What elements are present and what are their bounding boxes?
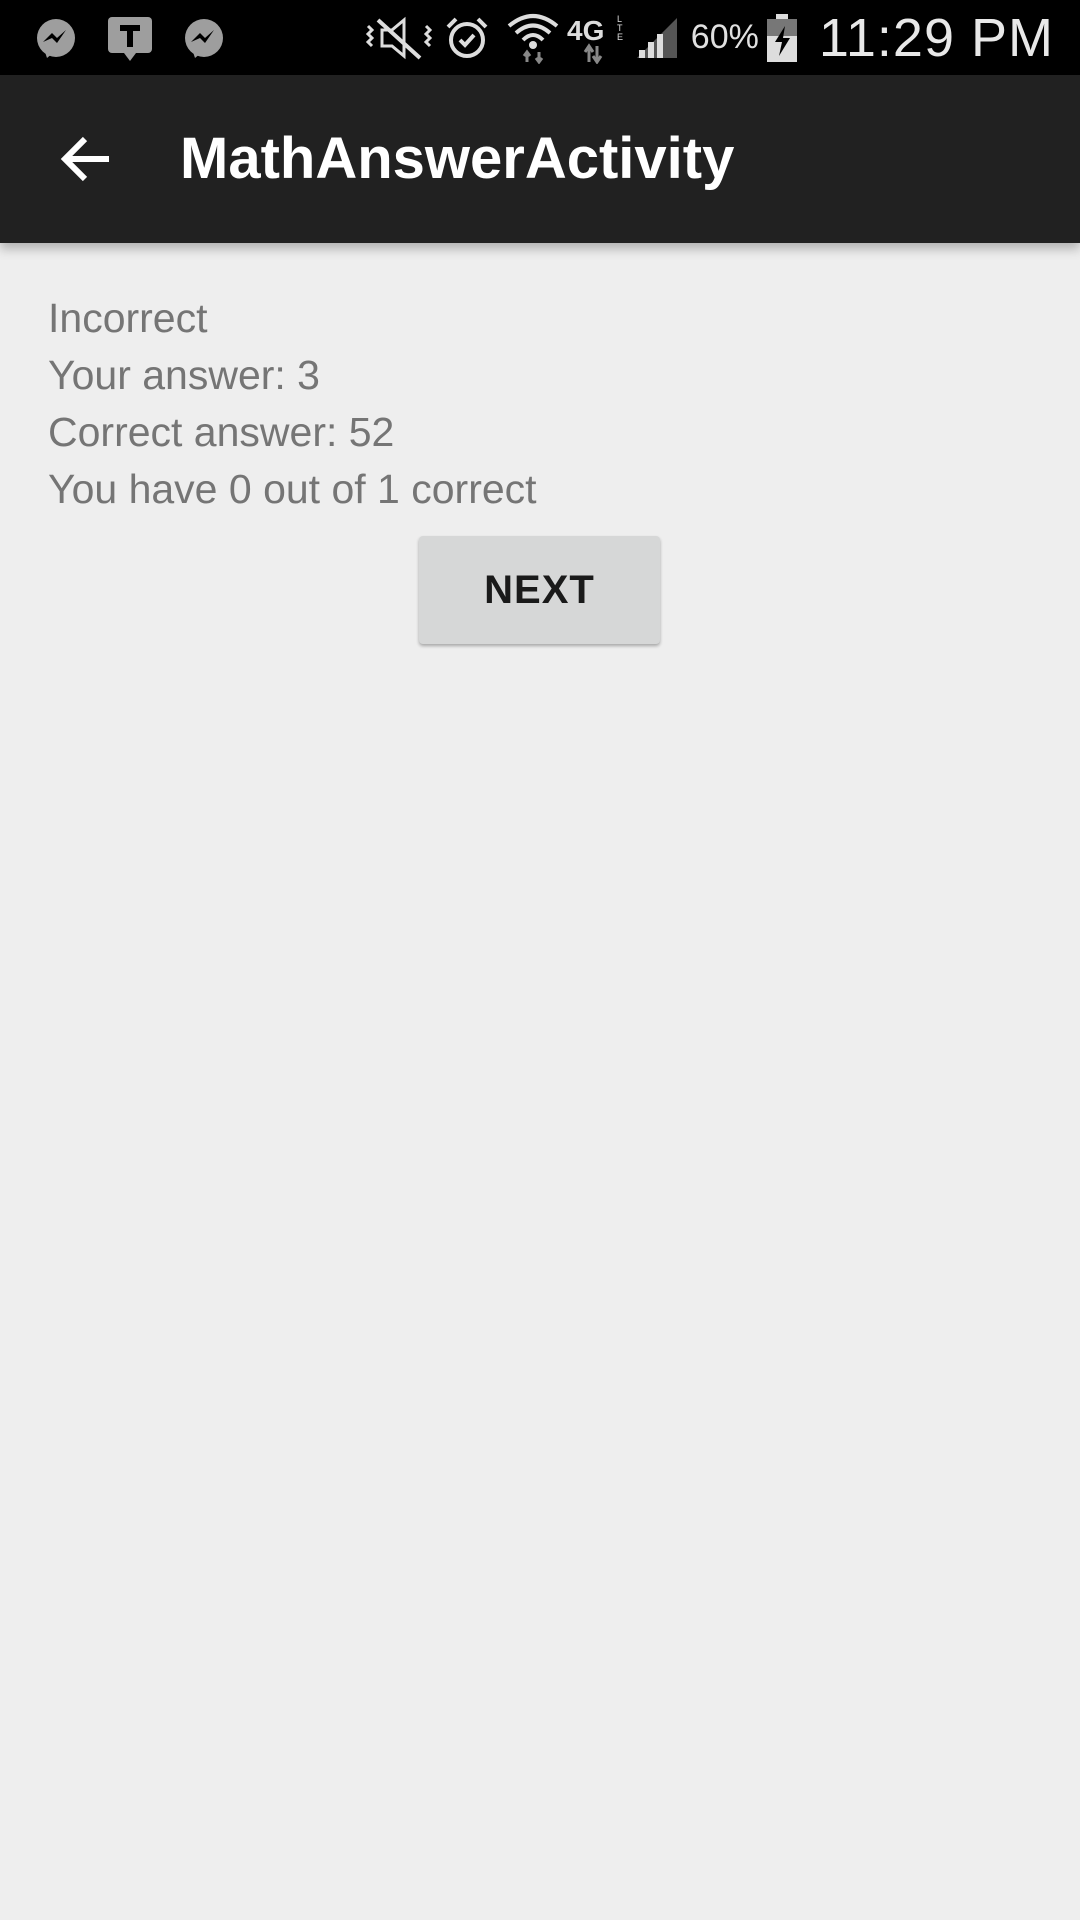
notification-icons	[30, 13, 230, 65]
messenger-icon	[30, 13, 82, 65]
app-bar: MathAnswerActivity	[0, 75, 1080, 243]
vibrate-mute-icon	[363, 12, 435, 64]
correct-answer-text: Correct answer: 52	[48, 409, 395, 455]
4g-lte-icon: 4G L T E	[567, 12, 627, 64]
signal-icon	[631, 12, 683, 64]
score-text: You have 0 out of 1 correct	[48, 466, 537, 512]
result-status: Incorrect	[48, 295, 208, 341]
back-button[interactable]	[40, 119, 130, 199]
battery-charging-icon	[763, 12, 801, 64]
next-button[interactable]: NEXT	[419, 536, 660, 644]
system-icons: 4G L T E 60% 11:29 PM	[363, 0, 1080, 75]
your-answer-text: Your answer: 3	[48, 352, 320, 398]
talk-icon	[104, 13, 156, 65]
svg-text:E: E	[617, 32, 623, 42]
battery-percentage: 60%	[690, 18, 759, 56]
arrow-back-icon	[60, 136, 109, 182]
messenger-icon	[178, 13, 230, 65]
svg-text:4G: 4G	[567, 15, 604, 46]
clock: 11:29 PM	[818, 7, 1054, 68]
page-title: MathAnswerActivity	[180, 126, 735, 191]
result-panel: Incorrect Your answer: 3 Correct answer:…	[48, 290, 1048, 518]
alarm-icon	[441, 12, 493, 64]
status-bar: 4G L T E 60% 11:29 PM	[0, 0, 1080, 75]
wifi-icon	[507, 12, 559, 64]
